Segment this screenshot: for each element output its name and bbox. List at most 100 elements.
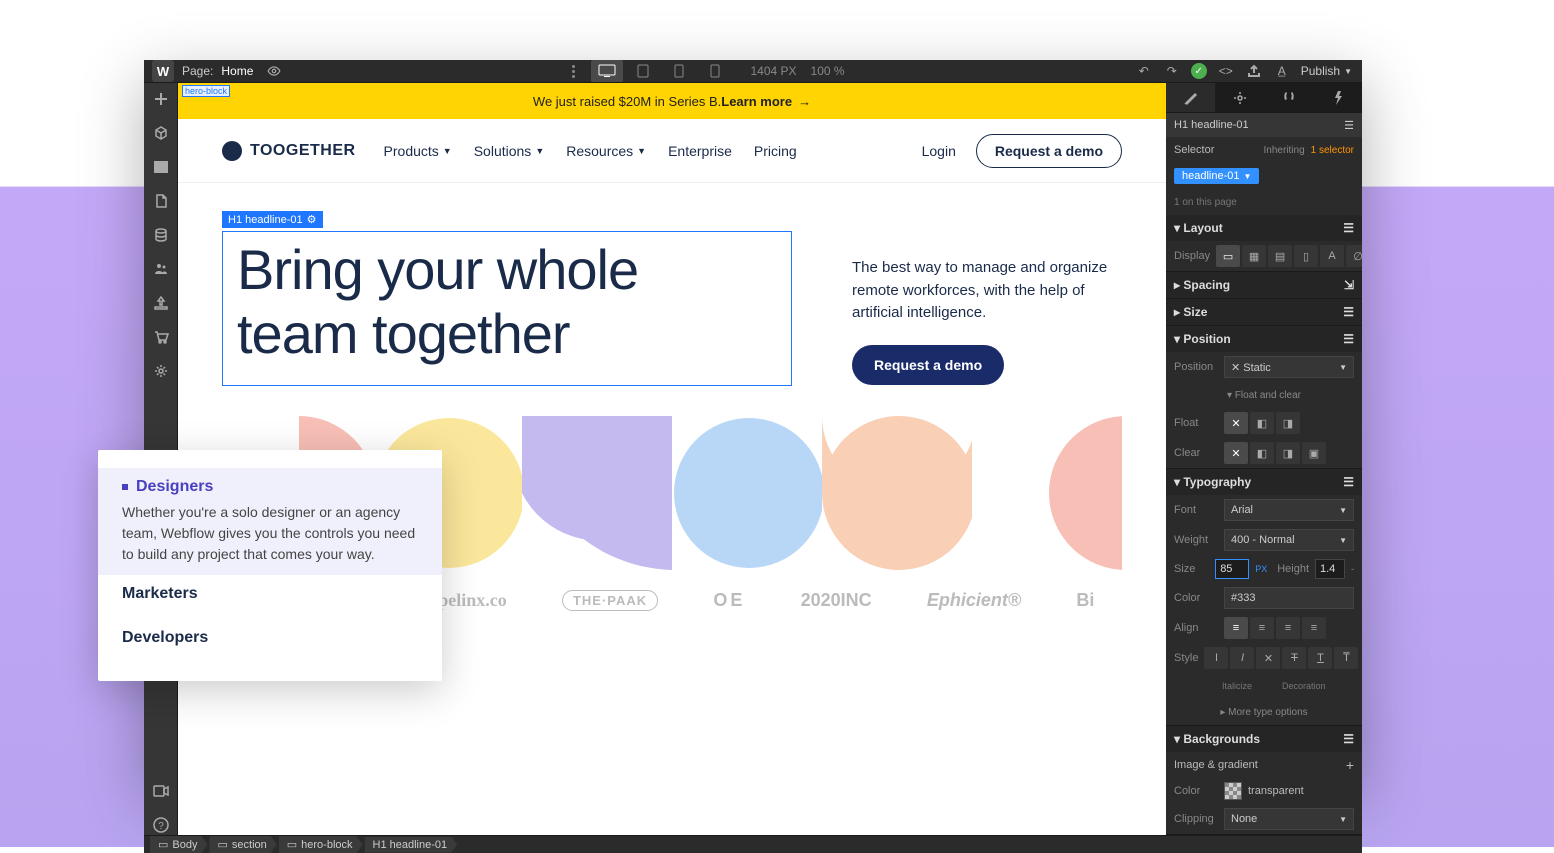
section-layout[interactable]: ▾ Layout☰: [1166, 215, 1362, 241]
decoration-strike-icon[interactable]: T: [1282, 647, 1306, 669]
decoration-none-icon[interactable]: ✕: [1256, 647, 1280, 669]
nav-solutions[interactable]: Solutions▼: [474, 143, 545, 159]
bg-color-swatch[interactable]: [1224, 782, 1242, 800]
code-icon[interactable]: <>: [1217, 62, 1235, 80]
display-flex-icon[interactable]: ▦: [1242, 245, 1266, 267]
device-tablet-icon[interactable]: [627, 60, 659, 82]
audit-icon[interactable]: A̲: [1273, 62, 1291, 80]
page-label: Page:: [182, 64, 213, 78]
panel-tab-interactions[interactable]: [1264, 83, 1313, 112]
ecommerce-icon[interactable]: [151, 327, 171, 347]
section-spacing[interactable]: ▸ Spacing⇲: [1166, 272, 1362, 298]
float-right-icon[interactable]: ◨: [1276, 412, 1300, 434]
clear-left-icon[interactable]: ◧: [1250, 442, 1274, 464]
align-label: Align: [1174, 622, 1218, 634]
hero-cta-button[interactable]: Request a demo: [852, 345, 1004, 385]
popup-item-marketers[interactable]: Marketers: [98, 575, 442, 619]
style-regular-icon[interactable]: I: [1204, 647, 1228, 669]
breadcrumb-headline[interactable]: H1 headline-01: [365, 837, 458, 853]
float-none-icon[interactable]: ✕: [1224, 412, 1248, 434]
undo-icon[interactable]: ↶: [1135, 62, 1153, 80]
decoration-underline-icon[interactable]: T: [1308, 647, 1332, 669]
breadcrumb-section[interactable]: ▭ section: [209, 836, 276, 853]
panel-tab-effects[interactable]: [1313, 83, 1362, 112]
settings-icon[interactable]: [151, 361, 171, 381]
nav-resources[interactable]: Resources▼: [566, 143, 646, 159]
display-block-icon[interactable]: ▭: [1216, 245, 1240, 267]
clipping-select[interactable]: None▼: [1224, 808, 1354, 830]
pages-icon[interactable]: [151, 191, 171, 211]
help-icon[interactable]: ?: [151, 815, 171, 835]
assets-icon[interactable]: [151, 293, 171, 313]
popup-item-developers[interactable]: Developers: [98, 619, 442, 663]
clear-both-icon[interactable]: ▣: [1302, 442, 1326, 464]
selector-chip[interactable]: headline-01▼: [1174, 168, 1259, 184]
users-icon[interactable]: [151, 259, 171, 279]
headline-selection[interactable]: H1 headline-01 ⚙ Bring your whole team t…: [222, 231, 792, 386]
display-inline-icon[interactable]: A: [1320, 245, 1344, 267]
redo-icon[interactable]: ↷: [1163, 62, 1181, 80]
style-italic-icon[interactable]: I: [1230, 647, 1254, 669]
float-left-icon[interactable]: ◧: [1250, 412, 1274, 434]
preview-icon[interactable]: [267, 64, 281, 78]
float-clear-toggle[interactable]: ▾ Float and clear: [1227, 390, 1301, 401]
nav-enterprise[interactable]: Enterprise: [668, 143, 732, 159]
clear-right-icon[interactable]: ◨: [1276, 442, 1300, 464]
announce-link[interactable]: Learn more: [721, 94, 792, 109]
publish-button[interactable]: Publish▼: [1301, 64, 1352, 78]
section-backgrounds[interactable]: ▾ Backgrounds☰: [1166, 726, 1362, 752]
collapse-icon[interactable]: ☰: [1344, 119, 1354, 132]
section-size[interactable]: ▸ Size☰: [1166, 299, 1362, 325]
add-icon[interactable]: [151, 89, 171, 109]
device-desktop-icon[interactable]: [591, 60, 623, 82]
webflow-logo[interactable]: W: [152, 60, 174, 82]
bg-color-value[interactable]: transparent: [1248, 785, 1354, 797]
font-size-input[interactable]: [1215, 559, 1249, 579]
page-name[interactable]: Home: [221, 64, 253, 78]
logo-bi: Bi: [1076, 590, 1094, 611]
device-mobile-icon[interactable]: [699, 60, 731, 82]
display-none-icon[interactable]: ∅: [1346, 245, 1362, 267]
decoration-overline-icon[interactable]: T̅: [1334, 647, 1358, 669]
gear-icon[interactable]: ⚙: [307, 213, 317, 226]
more-icon[interactable]: [572, 65, 575, 78]
panel-tab-style[interactable]: [1166, 83, 1215, 112]
line-height-input[interactable]: [1315, 559, 1345, 579]
align-right-icon[interactable]: ≡: [1276, 617, 1300, 639]
cube-icon[interactable]: [151, 123, 171, 143]
status-check-icon[interactable]: ✓: [1191, 63, 1207, 79]
announce-text: We just raised $20M in Series B.: [533, 94, 721, 109]
align-center-icon[interactable]: ≡: [1250, 617, 1274, 639]
display-grid-icon[interactable]: ▤: [1268, 245, 1292, 267]
panel-tab-settings[interactable]: [1215, 83, 1264, 112]
popup-item-designers[interactable]: Designers Whether you're a solo designer…: [98, 468, 442, 575]
navigator-icon[interactable]: [151, 157, 171, 177]
section-position[interactable]: ▾ Position☰: [1166, 326, 1362, 352]
breadcrumb-hero-block[interactable]: ▭ hero-block: [279, 836, 363, 853]
request-demo-button[interactable]: Request a demo: [976, 134, 1122, 168]
brand[interactable]: TOOGETHER: [222, 141, 356, 161]
inherit-count[interactable]: 1 selector: [1311, 145, 1354, 156]
font-select[interactable]: Arial▼: [1224, 499, 1354, 521]
element-name-header: H1 headline-01 ☰: [1166, 113, 1362, 137]
breadcrumb-body[interactable]: ▭ Body: [150, 836, 207, 853]
align-justify-icon[interactable]: ≡: [1302, 617, 1326, 639]
weight-select[interactable]: 400 - Normal▼: [1224, 529, 1354, 551]
video-icon[interactable]: [151, 781, 171, 801]
section-typography[interactable]: ▾ Typography☰: [1166, 469, 1362, 495]
export-icon[interactable]: [1245, 62, 1263, 80]
clear-none-icon[interactable]: ✕: [1224, 442, 1248, 464]
font-size-unit[interactable]: PX: [1255, 564, 1267, 574]
device-tablet-small-icon[interactable]: [663, 60, 695, 82]
add-image-icon[interactable]: +: [1346, 757, 1354, 773]
display-inline-block-icon[interactable]: ▯: [1294, 245, 1318, 267]
login-link[interactable]: Login: [922, 143, 956, 159]
text-color-label: Color: [1174, 592, 1218, 604]
more-type-options[interactable]: ▸ More type options: [1220, 707, 1307, 718]
text-color-input[interactable]: #333: [1224, 587, 1354, 609]
align-left-icon[interactable]: ≡: [1224, 617, 1248, 639]
nav-products[interactable]: Products▼: [384, 143, 452, 159]
nav-pricing[interactable]: Pricing: [754, 143, 797, 159]
cms-icon[interactable]: [151, 225, 171, 245]
position-select[interactable]: ✕ Static▼: [1224, 356, 1354, 378]
